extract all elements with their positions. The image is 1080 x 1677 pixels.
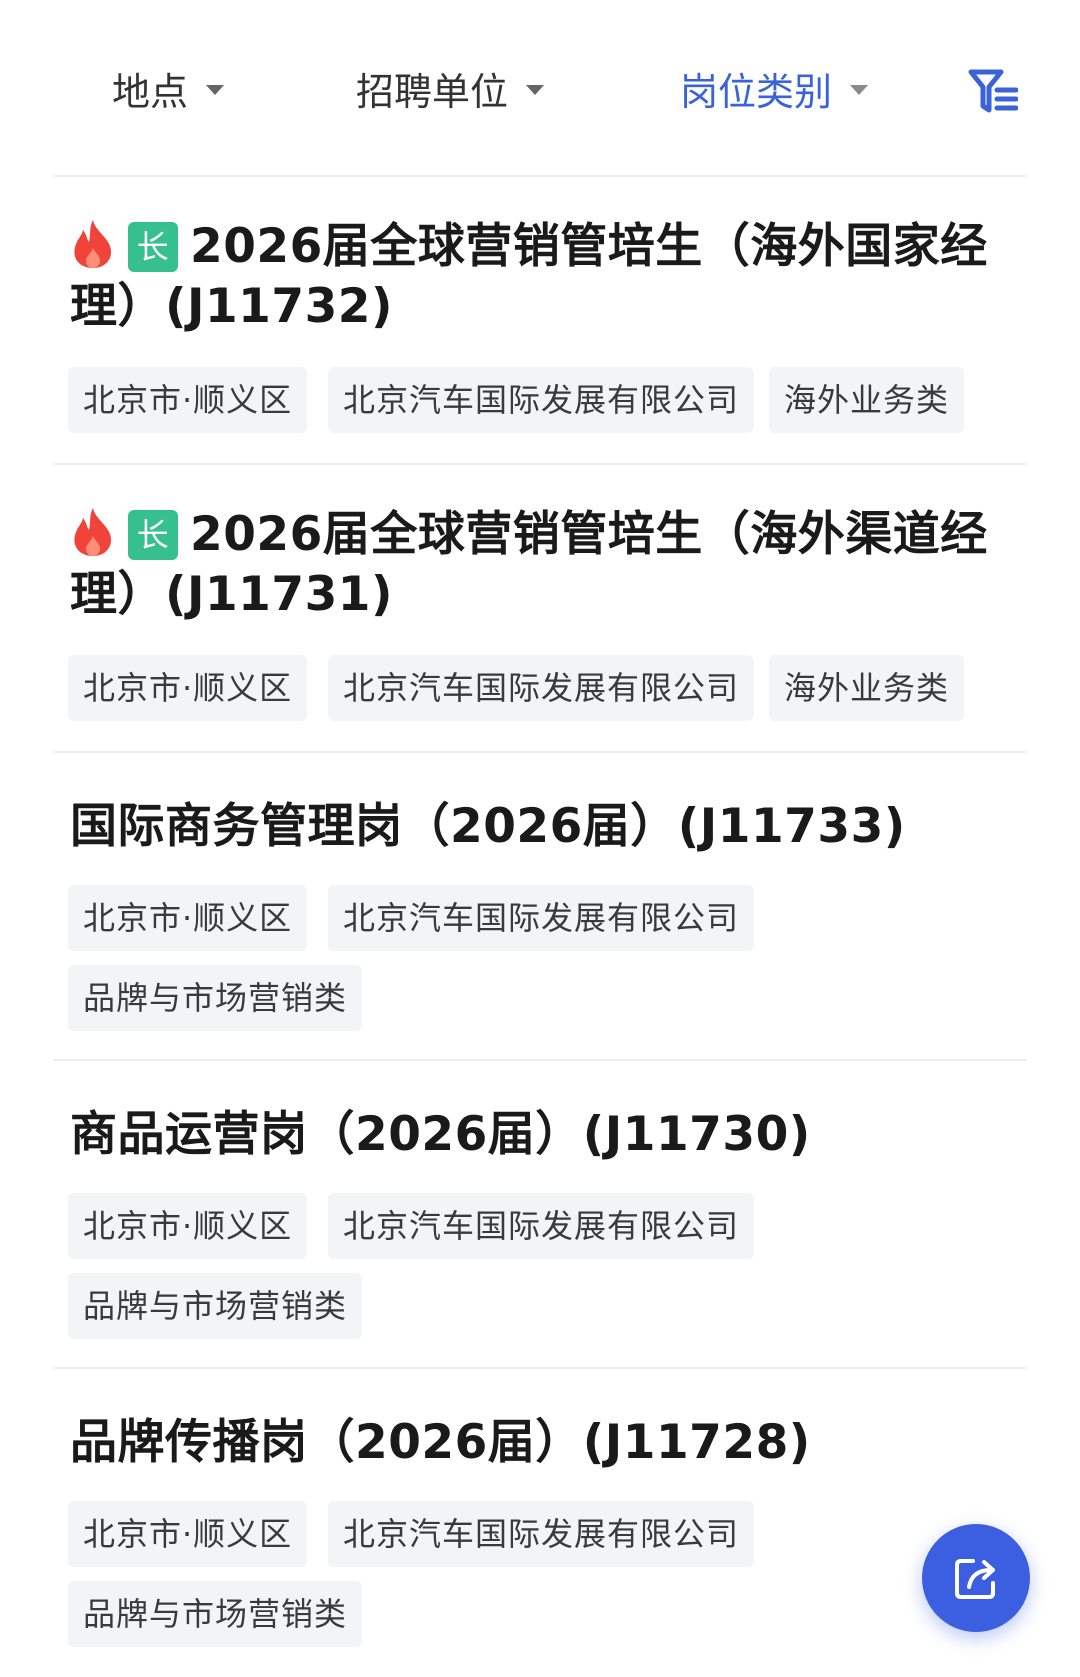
job-title-text: 品牌传播岗（2026届）(J11728) <box>70 1415 811 1470</box>
company-tag: 北京汽车国际发展有限公司 <box>328 367 755 433</box>
category-tag: 海外业务类 <box>769 367 965 433</box>
location-filter[interactable]: 地点 <box>112 60 225 116</box>
job-title: 长 2026届全球营销管培生（海外国家经理）(J11732) <box>70 217 1010 337</box>
category-tag: 品牌与市场营销类 <box>68 1581 363 1647</box>
caret-down-icon <box>526 85 545 95</box>
job-card[interactable]: 商品运营岗（2026届）(J11730) 北京市·顺义区 北京汽车国际发展有限公… <box>54 1061 1026 1367</box>
long-term-badge: 长 <box>128 222 178 272</box>
job-card[interactable]: 国际商务管理岗（2026届）(J11733) 北京市·顺义区 北京汽车国际发展有… <box>54 753 1026 1059</box>
category-tag: 品牌与市场营销类 <box>68 1273 363 1339</box>
long-term-badge: 长 <box>128 510 178 560</box>
share-button[interactable] <box>922 1524 1030 1632</box>
location-tag: 北京市·顺义区 <box>68 1501 308 1567</box>
fire-icon <box>74 508 112 556</box>
category-tag: 海外业务类 <box>769 655 965 721</box>
filter-bar: 地点 招聘单位 岗位类别 <box>0 0 1080 176</box>
location-tag: 北京市·顺义区 <box>68 655 308 721</box>
company-tag: 北京汽车国际发展有限公司 <box>328 655 755 721</box>
company-tag: 北京汽车国际发展有限公司 <box>328 1501 755 1567</box>
filter-list-icon[interactable] <box>968 66 1018 116</box>
category-filter-label: 岗位类别 <box>680 69 833 114</box>
job-title-text: 2026届全球营销管培生（海外渠道经理）(J11731) <box>70 507 988 622</box>
location-tag: 北京市·顺义区 <box>68 367 308 433</box>
location-filter-label: 地点 <box>112 69 189 114</box>
company-tag: 北京汽车国际发展有限公司 <box>328 885 755 951</box>
company-filter-label: 招聘单位 <box>356 69 509 114</box>
job-title-text: 国际商务管理岗（2026届）(J11733) <box>70 799 906 854</box>
caret-down-icon <box>850 85 869 95</box>
category-filter[interactable]: 岗位类别 <box>680 60 869 116</box>
job-title-text: 2026届全球营销管培生（海外国家经理）(J11732) <box>70 219 988 334</box>
job-title: 品牌传播岗（2026届）(J11728) <box>70 1413 1010 1473</box>
job-title: 国际商务管理岗（2026届）(J11733) <box>70 797 1010 857</box>
location-tag: 北京市·顺义区 <box>68 1193 308 1259</box>
share-icon <box>955 1559 995 1599</box>
location-tag: 北京市·顺义区 <box>68 885 308 951</box>
job-title-text: 商品运营岗（2026届）(J11730) <box>70 1107 811 1162</box>
company-tag: 北京汽车国际发展有限公司 <box>328 1193 755 1259</box>
job-title: 商品运营岗（2026届）(J11730) <box>70 1105 1010 1165</box>
caret-down-icon <box>206 85 225 95</box>
job-card[interactable]: 品牌传播岗（2026届）(J11728) 北京市·顺义区 北京汽车国际发展有限公… <box>54 1369 1026 1675</box>
category-tag: 品牌与市场营销类 <box>68 965 363 1031</box>
job-title: 长 2026届全球营销管培生（海外渠道经理）(J11731) <box>70 505 1010 625</box>
company-filter[interactable]: 招聘单位 <box>356 60 545 116</box>
fire-icon <box>74 220 112 268</box>
job-card[interactable]: 长 2026届全球营销管培生（海外国家经理）(J11732) 北京市·顺义区 北京… <box>54 177 1026 463</box>
job-card[interactable]: 长 2026届全球营销管培生（海外渠道经理）(J11731) 北京市·顺义区 北京… <box>54 465 1026 751</box>
